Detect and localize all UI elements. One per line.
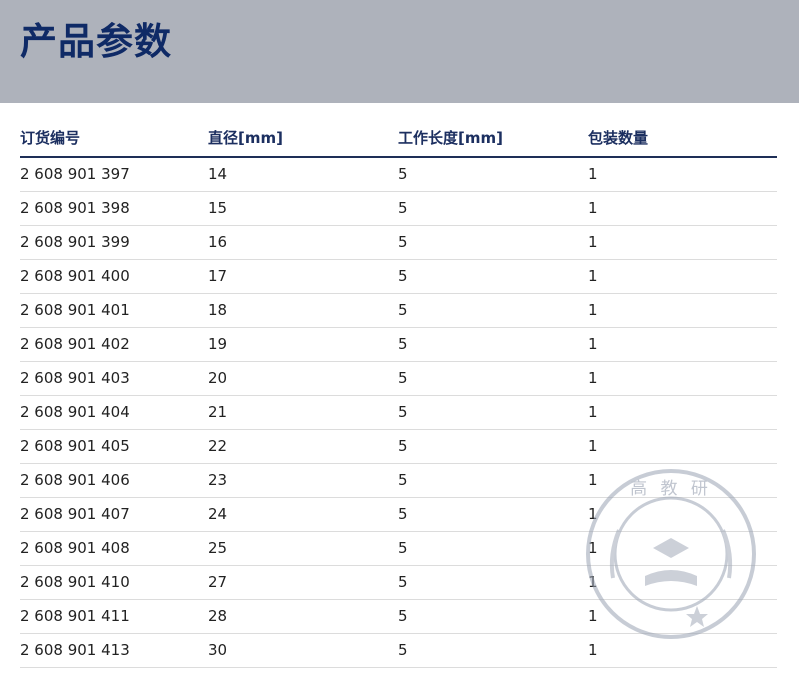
diameter-cell: 19 bbox=[208, 335, 228, 353]
working-length-cell: 5 bbox=[398, 335, 408, 353]
table-row: 2 608 901 398 15 5 1 bbox=[20, 192, 777, 226]
table-row: 2 608 901 401 18 5 1 bbox=[20, 294, 777, 328]
working-length-cell: 5 bbox=[398, 165, 408, 183]
table-row: 2 608 901 407 24 5 1 bbox=[20, 498, 777, 532]
package-quantity-cell: 1 bbox=[588, 403, 598, 421]
diameter-cell: 24 bbox=[208, 505, 228, 523]
order-number-cell: 2 608 901 408 bbox=[20, 539, 130, 557]
working-length-cell: 5 bbox=[398, 301, 408, 319]
diameter-cell: 28 bbox=[208, 607, 228, 625]
diameter-cell: 21 bbox=[208, 403, 228, 421]
order-number-cell: 2 608 901 404 bbox=[20, 403, 130, 421]
table-header: 订货编号 直径[mm] 工作长度[mm] 包装数量 bbox=[20, 120, 777, 158]
package-quantity-cell: 1 bbox=[588, 369, 598, 387]
working-length-cell: 5 bbox=[398, 437, 408, 455]
package-quantity-cell: 1 bbox=[588, 267, 598, 285]
order-number-cell: 2 608 901 413 bbox=[20, 641, 130, 659]
order-number-cell: 2 608 901 411 bbox=[20, 607, 130, 625]
order-number-cell: 2 608 901 397 bbox=[20, 165, 130, 183]
diameter-cell: 18 bbox=[208, 301, 228, 319]
package-quantity-cell: 1 bbox=[588, 437, 598, 455]
table-row: 2 608 901 405 22 5 1 bbox=[20, 430, 777, 464]
working-length-cell: 5 bbox=[398, 267, 408, 285]
working-length-cell: 5 bbox=[398, 233, 408, 251]
working-length-cell: 5 bbox=[398, 403, 408, 421]
diameter-cell: 20 bbox=[208, 369, 228, 387]
order-number-cell: 2 608 901 400 bbox=[20, 267, 130, 285]
diameter-cell: 17 bbox=[208, 267, 228, 285]
order-number-cell: 2 608 901 406 bbox=[20, 471, 130, 489]
order-number-cell: 2 608 901 398 bbox=[20, 199, 130, 217]
order-number-cell: 2 608 901 407 bbox=[20, 505, 130, 523]
table-row: 2 608 901 411 28 5 1 bbox=[20, 600, 777, 634]
package-quantity-cell: 1 bbox=[588, 573, 598, 591]
table-row: 2 608 901 400 17 5 1 bbox=[20, 260, 777, 294]
table-row: 2 608 901 399 16 5 1 bbox=[20, 226, 777, 260]
diameter-cell: 16 bbox=[208, 233, 228, 251]
package-quantity-cell: 1 bbox=[588, 471, 598, 489]
package-quantity-cell: 1 bbox=[588, 505, 598, 523]
package-quantity-cell: 1 bbox=[588, 301, 598, 319]
header-band: 产品参数 bbox=[0, 0, 799, 103]
table-row: 2 608 901 410 27 5 1 bbox=[20, 566, 777, 600]
order-number-cell: 2 608 901 405 bbox=[20, 437, 130, 455]
package-quantity-cell: 1 bbox=[588, 539, 598, 557]
table-row: 2 608 901 404 21 5 1 bbox=[20, 396, 777, 430]
working-length-cell: 5 bbox=[398, 369, 408, 387]
order-number-cell: 2 608 901 410 bbox=[20, 573, 130, 591]
table-row: 2 608 901 408 25 5 1 bbox=[20, 532, 777, 566]
order-number-cell: 2 608 901 403 bbox=[20, 369, 130, 387]
diameter-cell: 22 bbox=[208, 437, 228, 455]
table-row: 2 608 901 402 19 5 1 bbox=[20, 328, 777, 362]
diameter-cell: 30 bbox=[208, 641, 228, 659]
package-quantity-cell: 1 bbox=[588, 199, 598, 217]
column-header-diameter: 直径[mm] bbox=[208, 129, 283, 147]
product-parameters-page: 产品参数 订货编号 直径[mm] 工作长度[mm] 包装数量 2 608 901… bbox=[0, 0, 799, 673]
working-length-cell: 5 bbox=[398, 199, 408, 217]
page-title: 产品参数 bbox=[20, 20, 172, 63]
table-row: 2 608 901 413 30 5 1 bbox=[20, 634, 777, 668]
package-quantity-cell: 1 bbox=[588, 607, 598, 625]
table-row: 2 608 901 406 23 5 1 bbox=[20, 464, 777, 498]
column-header-working-length: 工作长度[mm] bbox=[398, 129, 503, 147]
diameter-cell: 27 bbox=[208, 573, 228, 591]
working-length-cell: 5 bbox=[398, 471, 408, 489]
diameter-cell: 15 bbox=[208, 199, 228, 217]
package-quantity-cell: 1 bbox=[588, 233, 598, 251]
working-length-cell: 5 bbox=[398, 607, 408, 625]
table-row: 2 608 901 397 14 5 1 bbox=[20, 158, 777, 192]
order-number-cell: 2 608 901 401 bbox=[20, 301, 130, 319]
package-quantity-cell: 1 bbox=[588, 641, 598, 659]
package-quantity-cell: 1 bbox=[588, 165, 598, 183]
diameter-cell: 14 bbox=[208, 165, 228, 183]
column-header-package-quantity: 包装数量 bbox=[588, 129, 649, 147]
working-length-cell: 5 bbox=[398, 539, 408, 557]
column-header-order-number: 订货编号 bbox=[20, 129, 81, 147]
working-length-cell: 5 bbox=[398, 573, 408, 591]
working-length-cell: 5 bbox=[398, 505, 408, 523]
package-quantity-cell: 1 bbox=[588, 335, 598, 353]
parameters-table: 订货编号 直径[mm] 工作长度[mm] 包装数量 2 608 901 397 … bbox=[20, 120, 777, 668]
table-row: 2 608 901 403 20 5 1 bbox=[20, 362, 777, 396]
order-number-cell: 2 608 901 399 bbox=[20, 233, 130, 251]
order-number-cell: 2 608 901 402 bbox=[20, 335, 130, 353]
working-length-cell: 5 bbox=[398, 641, 408, 659]
diameter-cell: 25 bbox=[208, 539, 228, 557]
diameter-cell: 23 bbox=[208, 471, 228, 489]
